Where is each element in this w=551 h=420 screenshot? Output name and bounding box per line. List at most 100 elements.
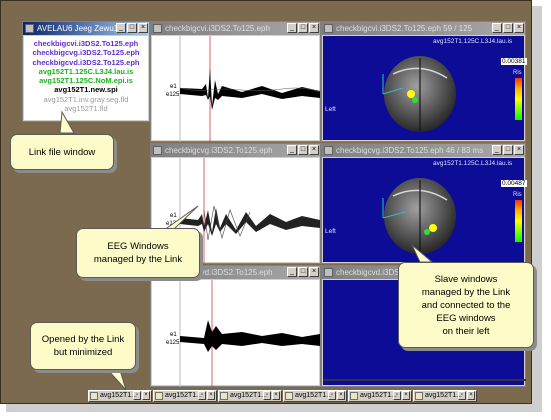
callout-slave-text: EEG windows xyxy=(436,312,496,324)
slave-window-icon xyxy=(324,146,333,155)
slave-window[interactable]: checkbigcvi.i3DS2.To125.eph 59 / 125 _ □ ×… xyxy=(321,21,527,142)
maximize-button[interactable]: □ xyxy=(298,23,308,33)
maximize-button[interactable]: □ xyxy=(298,267,308,277)
slave-window[interactable]: checkbigcvg.i3DS2.To125.eph 46 / 83 ms _… xyxy=(321,143,527,264)
link-file-item[interactable]: checkbigcvd.i3DS2.To125.eph xyxy=(24,58,148,67)
close-button[interactable]: × xyxy=(207,391,215,400)
link-file-item[interactable]: avg152T1.new.spi xyxy=(24,85,148,94)
link-file-item[interactable]: avg152T1.inv.gray.seg.fld xyxy=(24,95,148,104)
side-label: Left xyxy=(325,228,336,235)
close-button[interactable]: × xyxy=(142,391,150,400)
restore-button[interactable]: ▫ xyxy=(198,391,206,400)
minimized-window-icon xyxy=(285,392,293,400)
minimize-button[interactable]: _ xyxy=(287,23,297,33)
minimized-window[interactable]: avg152T1... ▫ × xyxy=(88,390,152,402)
minimized-window-icon xyxy=(350,392,358,400)
eeg-window-titlebar[interactable]: checkbigcvi.i3DS2.To125.eph _ □ × xyxy=(151,22,320,35)
slave-window-titlebar[interactable]: checkbigcvi.i3DS2.To125.eph 59 / 125 _ □ × xyxy=(322,22,525,35)
callout-slave-text: Slave windows xyxy=(434,273,498,285)
link-file-item[interactable]: avg152T1.125C.L3J4.lau.is xyxy=(24,67,148,76)
restore-button[interactable]: ▫ xyxy=(133,391,141,400)
brain-view[interactable]: avg152T1.125C.L3J4.lau.is Left 0.00381 R… xyxy=(323,36,527,140)
callout-slave-text: on their left xyxy=(442,325,490,337)
brain-render xyxy=(382,178,456,254)
minimize-button[interactable]: _ xyxy=(287,267,297,277)
link-window-icon xyxy=(25,24,34,33)
colorbar xyxy=(515,78,522,120)
scale-unit: Ris xyxy=(513,192,522,198)
eeg-window-title: checkbigcvg.i3DS2.To125.eph xyxy=(165,146,273,155)
scale-value: 0.00381 xyxy=(501,58,527,65)
close-button[interactable]: × xyxy=(138,23,148,33)
link-file-item[interactable]: checkbigcvi.i3DS2.To125.eph xyxy=(24,39,148,48)
minimized-window-icon xyxy=(90,392,98,400)
eeg-window-icon xyxy=(153,146,162,155)
callout-min-text: but minimized xyxy=(53,347,113,358)
callout-link-file-text: Link file window xyxy=(28,146,96,158)
minimized-window-icon xyxy=(220,392,228,400)
callout-slave-windows: Slave windows managed by the Link and co… xyxy=(398,262,534,348)
callout-eeg-text: managed by the Link xyxy=(93,254,183,265)
minimize-button[interactable]: _ xyxy=(116,23,126,33)
eeg-window[interactable]: checkbigcvi.i3DS2.To125.eph _ □ × e1 e125 xyxy=(150,21,321,142)
colorbar xyxy=(515,200,522,242)
eeg-plot[interactable]: e1 e125 xyxy=(152,36,321,142)
close-button[interactable]: × xyxy=(337,391,345,400)
close-button[interactable]: × xyxy=(402,391,410,400)
link-file-item[interactable]: checkbigcvg.i3DS2.To125.eph xyxy=(24,48,148,57)
eeg-window-titlebar[interactable]: checkbigcvg.i3DS2.To125.eph _ □ × xyxy=(151,144,320,157)
eeg-window-title: checkbigcvi.i3DS2.To125.eph xyxy=(165,24,270,33)
minimized-window[interactable]: avg152T1... ▫ × xyxy=(348,390,412,402)
minimized-window-title: avg152T1... xyxy=(295,392,332,399)
maximize-button[interactable]: □ xyxy=(298,145,308,155)
link-file-item[interactable]: avg152T1.125C.NoM.epi.is xyxy=(24,76,148,85)
close-button[interactable]: × xyxy=(309,145,319,155)
restore-button[interactable]: ▫ xyxy=(393,391,401,400)
callout-minimized: Opened by the Link but minimized xyxy=(30,322,136,370)
minimize-button[interactable]: _ xyxy=(492,145,502,155)
restore-button[interactable]: ▫ xyxy=(328,391,336,400)
eeg-plot[interactable]: e1 e125 xyxy=(152,280,320,387)
maximize-button[interactable]: □ xyxy=(503,23,513,33)
minimized-window-title: avg152T1... xyxy=(425,392,462,399)
slave-window-icon xyxy=(324,24,333,33)
callout-slave-text: managed by the Link xyxy=(421,286,511,298)
callout-eeg-text: EEG Windows xyxy=(107,241,169,252)
maximize-button[interactable]: □ xyxy=(503,145,513,155)
restore-button[interactable]: ▫ xyxy=(263,391,271,400)
eeg-traces xyxy=(179,280,320,387)
minimize-button[interactable]: _ xyxy=(287,145,297,155)
maximize-button[interactable]: □ xyxy=(127,23,137,33)
eeg-label-bottom: e125 xyxy=(166,221,180,227)
brain-view[interactable]: avg152T1.125C.L3J4.lau.is Left 0.00487 R… xyxy=(323,158,527,262)
minimized-window[interactable]: avg152T1... ▫ × xyxy=(218,390,282,402)
scale-unit: Ris xyxy=(513,70,522,76)
scale-value: 0.00487 xyxy=(501,180,527,187)
link-window-titlebar[interactable]: AVELAU6 Jeeg Zewu1b.lk _ □ × xyxy=(23,22,149,35)
workspace-shadow xyxy=(532,6,542,410)
callout-min-text: Opened by the Link xyxy=(41,334,125,345)
close-button[interactable]: × xyxy=(272,391,280,400)
close-button[interactable]: × xyxy=(467,391,475,400)
restore-button[interactable]: ▫ xyxy=(458,391,466,400)
link-file-window[interactable]: AVELAU6 Jeeg Zewu1b.lk _ □ × checkbigcvi.i… xyxy=(22,21,150,122)
slave-window-title: checkbigcvi.i3DS2.To125.eph 59 / 125 xyxy=(336,24,473,33)
minimized-window[interactable]: avg152T1... ▫ × xyxy=(283,390,347,402)
close-button[interactable]: × xyxy=(514,145,524,155)
slave-window-icon xyxy=(324,268,333,277)
eeg-window-icon xyxy=(153,24,162,33)
close-button[interactable]: × xyxy=(309,267,319,277)
minimized-window[interactable]: avg152T1... ▫ × xyxy=(153,390,217,402)
minimized-window-icon xyxy=(155,392,163,400)
workspace-shadow xyxy=(6,404,542,412)
close-button[interactable]: × xyxy=(514,23,524,33)
minimize-button[interactable]: _ xyxy=(492,23,502,33)
eeg-window[interactable]: checkbigcvd.i3DS2.To125.eph _ □ × e1 e125 xyxy=(150,265,321,387)
callout-eeg-windows: EEG Windows managed by the Link xyxy=(76,228,200,278)
slave-window-titlebar[interactable]: checkbigcvg.i3DS2.To125.eph 46 / 83 ms _… xyxy=(322,144,525,157)
close-button[interactable]: × xyxy=(309,23,319,33)
link-file-list: checkbigcvi.i3DS2.To125.eph checkbigcvg.… xyxy=(24,36,148,120)
link-file-item[interactable]: avg152T1.fld xyxy=(24,104,148,113)
eeg-label-bottom: e125 xyxy=(166,340,180,346)
minimized-window[interactable]: avg152T1... ▫ × xyxy=(413,390,477,402)
